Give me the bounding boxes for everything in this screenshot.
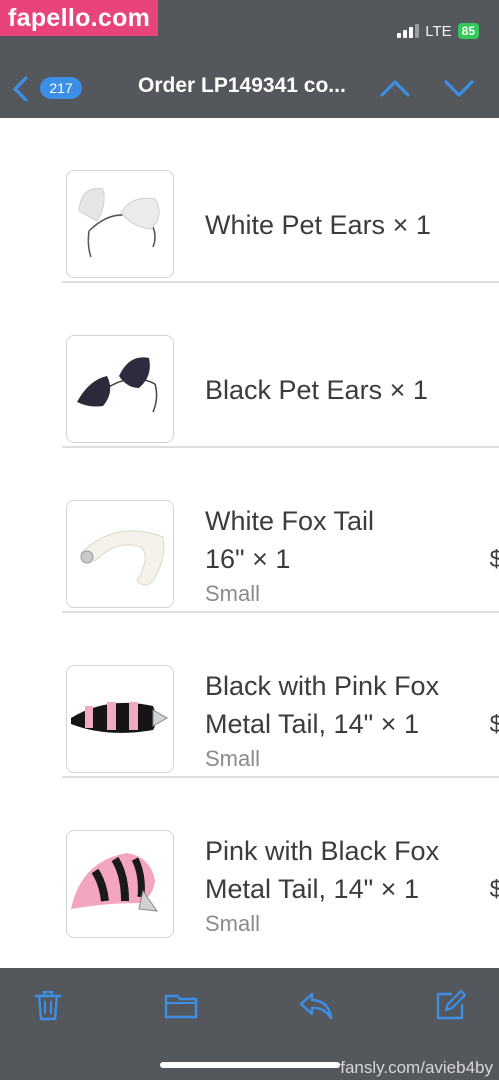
product-thumbnail — [66, 170, 174, 278]
item-name: Black Pet Ears × 1 — [205, 375, 428, 405]
price-cutoff: $ — [489, 876, 499, 903]
battery-icon: 85 — [457, 23, 479, 39]
folder-icon[interactable] — [163, 988, 199, 1027]
black-pink-fox-tail-image — [71, 702, 169, 733]
price-cutoff: $ — [489, 546, 499, 573]
item-variant: Small — [205, 911, 261, 936]
item-details: Black with Pink Fox Metal Tail, 14" × 1 … — [205, 667, 485, 775]
mail-nav-bar: 217 Order LP149341 co... — [0, 68, 499, 108]
product-thumbnail — [66, 665, 174, 773]
price-cutoff: $ — [489, 711, 499, 738]
list-item: Pink with Black Fox Metal Tail, 14" × 1 … — [62, 778, 499, 943]
status-bar: LTE 85 — [397, 20, 479, 42]
white-fox-tail-image — [80, 530, 165, 586]
item-details: White Fox Tail 16" × 1 Small — [205, 502, 485, 610]
pink-black-fox-tail-image — [71, 853, 159, 912]
previous-message-icon[interactable] — [378, 74, 412, 107]
product-thumbnail — [66, 830, 174, 938]
item-variant: Small — [205, 746, 261, 771]
back-chevron-icon[interactable] — [10, 74, 32, 109]
email-body: White Pet Ears × 1 Black Pet Ears × 1 Wh… — [0, 118, 499, 968]
item-details: Pink with Black Fox Metal Tail, 14" × 1 … — [205, 832, 485, 940]
watermark-top: fapello.com — [0, 0, 159, 36]
product-thumbnail — [66, 335, 174, 443]
white-pet-ears-image — [78, 187, 160, 258]
item-variant: Small — [205, 581, 261, 606]
list-item: White Fox Tail 16" × 1 Small $ — [62, 448, 499, 613]
list-item: White Pet Ears × 1 — [62, 118, 499, 283]
network-label: LTE — [425, 22, 452, 40]
black-pet-ears-image — [77, 357, 158, 413]
list-item: Black with Pink Fox Metal Tail, 14" × 1 … — [62, 613, 499, 778]
watermark-bottom: fansly.com/avieb4by — [340, 1058, 493, 1077]
reply-icon[interactable] — [298, 988, 334, 1027]
compose-icon[interactable] — [434, 988, 468, 1027]
next-message-icon[interactable] — [442, 74, 476, 107]
unread-count-badge[interactable]: 217 — [40, 77, 82, 99]
item-details: White Pet Ears × 1 — [205, 206, 485, 244]
message-title: Order LP149341 co... — [138, 74, 346, 97]
item-name: White Pet Ears × 1 — [205, 210, 431, 240]
trash-icon[interactable] — [32, 988, 64, 1027]
home-indicator — [160, 1062, 340, 1068]
item-name: White Fox Tail 16" × 1 — [205, 506, 375, 574]
product-thumbnail — [66, 500, 174, 608]
item-details: Black Pet Ears × 1 — [205, 371, 485, 409]
item-name: Black with Pink Fox Metal Tail, 14" × 1 — [205, 671, 440, 739]
item-name: Pink with Black Fox Metal Tail, 14" × 1 — [205, 836, 440, 904]
list-item: Black Pet Ears × 1 — [62, 283, 499, 448]
signal-icon — [397, 24, 420, 38]
